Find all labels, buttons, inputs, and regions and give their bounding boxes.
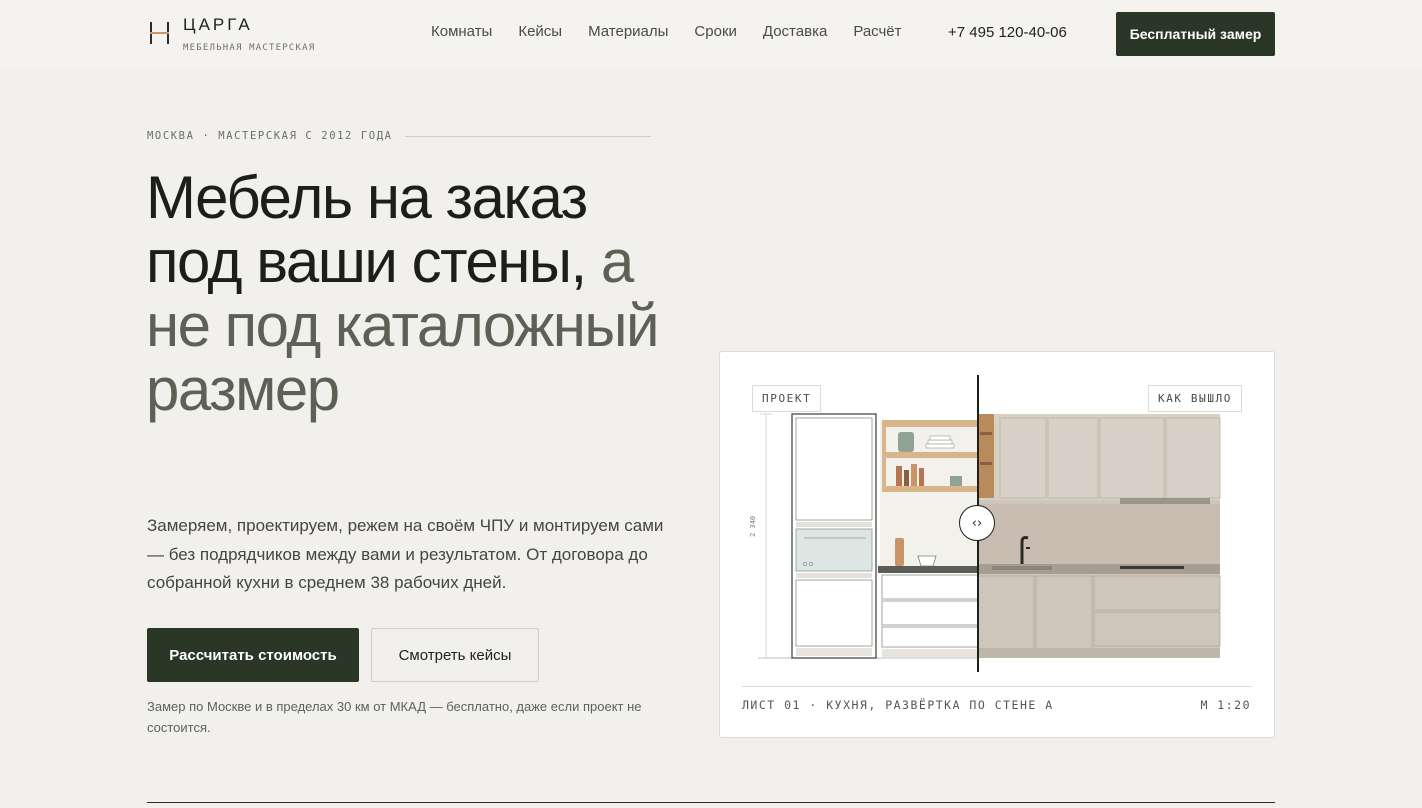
hero-lead: Замеряем, проектируем, режем на своём ЧП… (147, 516, 664, 592)
brand-name: ЦАРГА (183, 15, 253, 34)
compare-arrows-icon[interactable]: ‹› (959, 505, 995, 541)
height-dimension: 2 340 (749, 515, 757, 537)
nav-item-delivery[interactable]: Доставка (763, 22, 827, 42)
phone-link[interactable]: +7 495 120-40-06 (948, 24, 1067, 41)
headline-dark: Мебель на заказ под ваши стены, (146, 164, 588, 295)
caption-rule (742, 686, 1252, 687)
logo[interactable]: ЦАРГА МЕБЕЛЬНАЯ МАСТЕРСКАЯ (147, 15, 315, 53)
eyebrow-rule (404, 135, 651, 137)
section-divider (147, 802, 1275, 803)
view-cases-button[interactable]: Смотреть кейсы (371, 628, 539, 682)
site-header: ЦАРГА МЕБЕЛЬНАЯ МАСТЕРСКАЯ Комнаты Кейсы… (0, 0, 1422, 68)
logo-mark-icon (147, 22, 173, 52)
calculate-cost-button[interactable]: Рассчитать стоимость (147, 628, 359, 682)
brand-subtitle: МЕБЕЛЬНАЯ МАСТЕРСКАЯ (183, 43, 316, 53)
nav-item-cases[interactable]: Кейсы (518, 22, 562, 42)
nav-item-timing[interactable]: Сроки (694, 22, 736, 42)
nav-item-calculation[interactable]: Расчёт (853, 22, 901, 42)
scale-label: М 1:20 (1200, 698, 1251, 712)
sheet-caption: ЛИСТ 01 · КУХНЯ, РАЗВЁРТКА ПО СТЕНЕ А (742, 698, 1054, 712)
free-measure-button[interactable]: Бесплатный замер (1116, 12, 1275, 56)
main-nav: Комнаты Кейсы Материалы Сроки Доставка Р… (431, 22, 928, 42)
before-after-card: ПРОЕКТ КАК ВЫШЛО 2 340 ‹› ЛИСТ 01 · КУХН… (719, 351, 1275, 738)
result-photo (977, 414, 1221, 658)
project-drawing (758, 413, 979, 659)
hero-note: Замер по Москве и в пределах 30 км от МК… (147, 699, 642, 735)
nav-item-materials[interactable]: Материалы (588, 22, 668, 42)
result-label: КАК ВЫШЛО (1147, 385, 1242, 412)
hero-eyebrow: МОСКВА · МАСТЕРСКАЯ С 2012 ГОДА (147, 130, 651, 142)
hero-headline: Мебель на заказ под ваши стены, а не под… (146, 166, 666, 422)
eyebrow-text: МОСКВА · МАСТЕРСКАЯ С 2012 ГОДА (147, 130, 393, 142)
project-label: ПРОЕКТ (752, 385, 822, 412)
nav-item-rooms[interactable]: Комнаты (431, 22, 492, 42)
